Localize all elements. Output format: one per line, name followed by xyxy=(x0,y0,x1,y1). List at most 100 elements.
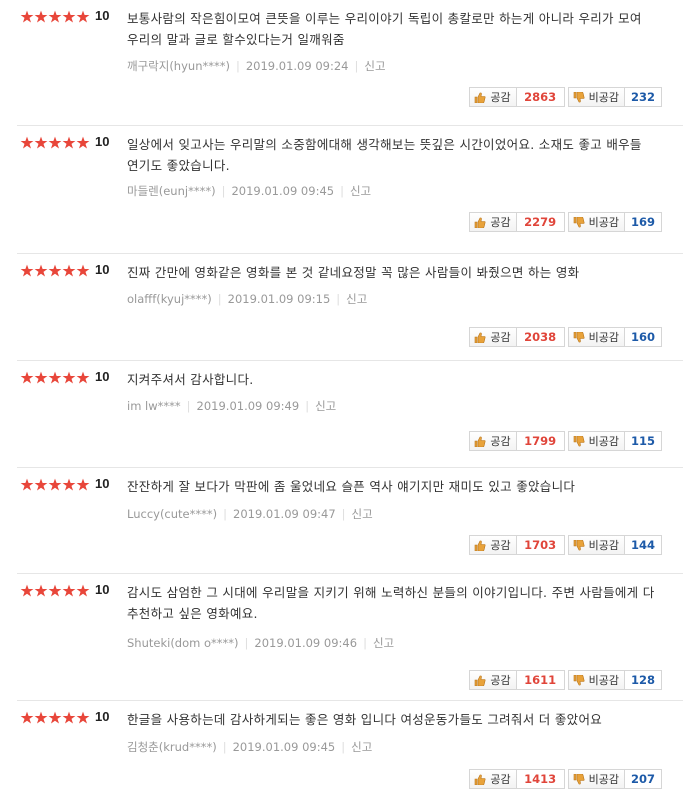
like-button[interactable]: 공감 xyxy=(469,535,517,555)
review-meta: Shuteki(dom o****) | 2019.01.09 09:46 | 신고 xyxy=(127,635,394,651)
star-icon xyxy=(34,264,48,277)
like-count: 2038 xyxy=(516,327,565,347)
author-name[interactable]: 김청춘(krud****) xyxy=(127,740,217,754)
report-link[interactable]: 신고 xyxy=(364,59,385,73)
review-meta: 깨구락지(hyun****) | 2019.01.09 09:24 | 신고 xyxy=(127,58,386,74)
thumbs-up-icon xyxy=(475,332,486,343)
author-name[interactable]: 깨구락지(hyun****) xyxy=(127,59,230,73)
dislike-count: 207 xyxy=(624,769,662,789)
thumbs-down-icon xyxy=(573,216,585,227)
review-text: 잔잔하게 잘 보다가 막판에 좀 울었네요 슬픈 역사 얘기지만 재미도 있고 … xyxy=(127,479,576,494)
review-text: 일상에서 잊고사는 우리말의 소중함에대해 생각해보는 뜻깊은 시간이었어요. … xyxy=(127,137,642,173)
like-label: 공감 xyxy=(490,331,511,344)
dislike-button[interactable]: 비공감 xyxy=(567,535,625,555)
review-date: 2019.01.09 09:49 xyxy=(196,399,300,413)
dislike-button[interactable]: 비공감 xyxy=(567,212,625,232)
dislike-count: 169 xyxy=(624,212,662,232)
author-name[interactable]: olafff(kyuj****) xyxy=(127,292,212,306)
star-icon xyxy=(62,371,76,384)
thumbs-up-icon xyxy=(475,540,486,551)
vote-actions: 공감 1413 비공감 207 xyxy=(469,769,662,789)
like-button[interactable]: 공감 xyxy=(469,87,517,107)
star-icon xyxy=(62,264,76,277)
star-rating xyxy=(20,10,90,24)
author-name[interactable]: Luccy(cute****) xyxy=(127,507,217,521)
vote-actions: 공감 1799 비공감 115 xyxy=(469,431,662,451)
meta-separator: | xyxy=(221,184,226,198)
dislike-label: 비공감 xyxy=(588,674,619,687)
like-label: 공감 xyxy=(490,435,511,448)
like-count: 2863 xyxy=(516,87,565,107)
like-button[interactable]: 공감 xyxy=(469,670,517,690)
review-list: 10 보통사람의 작은힘이모여 큰뜻을 이루는 우리이야기 독립이 총칼로만 하… xyxy=(0,0,700,799)
dislike-label: 비공감 xyxy=(588,435,619,448)
meta-separator: | xyxy=(363,636,367,650)
report-link[interactable]: 신고 xyxy=(351,740,372,754)
author-name[interactable]: Shuteki(dom o****) xyxy=(127,636,239,650)
dislike-label: 비공감 xyxy=(588,331,619,344)
meta-separator: | xyxy=(235,59,240,73)
report-link[interactable]: 신고 xyxy=(373,636,394,650)
report-link[interactable]: 신고 xyxy=(346,292,367,306)
like-label: 공감 xyxy=(490,773,511,786)
like-count: 1799 xyxy=(516,431,565,451)
like-button[interactable]: 공감 xyxy=(469,769,517,789)
meta-separator: | xyxy=(340,184,344,198)
author-name[interactable]: im lw**** xyxy=(127,399,181,413)
star-icon xyxy=(20,264,34,277)
dislike-button[interactable]: 비공감 xyxy=(567,327,625,347)
like-count: 1413 xyxy=(516,769,565,789)
star-icon xyxy=(48,584,62,597)
rating-score: 10 xyxy=(95,134,110,149)
rating-score: 10 xyxy=(95,369,110,384)
thumbs-down-icon xyxy=(573,435,585,446)
star-icon xyxy=(48,136,62,149)
review-text: 진짜 간만에 영화같은 영화를 본 것 같네요정말 꼭 많은 사람들이 봐줬으면… xyxy=(127,265,580,280)
dislike-button[interactable]: 비공감 xyxy=(567,431,625,451)
star-icon xyxy=(62,478,76,491)
review-text: 한글을 사용하는데 감사하게되는 좋은 영화 입니다 여성운동가들도 그려줘서 … xyxy=(127,712,603,727)
review-date: 2019.01.09 09:15 xyxy=(227,292,331,306)
review-date: 2019.01.09 09:45 xyxy=(232,740,336,754)
review-text: 지켜주셔서 감사합니다. xyxy=(127,372,254,387)
like-label: 공감 xyxy=(490,674,511,687)
like-count: 2279 xyxy=(516,212,565,232)
star-icon xyxy=(34,371,48,384)
dislike-button[interactable]: 비공감 xyxy=(567,87,625,107)
star-icon xyxy=(76,711,90,724)
report-link[interactable]: 신고 xyxy=(352,507,373,521)
dislike-count: 128 xyxy=(624,670,662,690)
meta-separator: | xyxy=(244,636,249,650)
dislike-label: 비공감 xyxy=(588,216,619,229)
star-icon xyxy=(48,711,62,724)
star-icon xyxy=(62,584,76,597)
star-icon xyxy=(20,136,34,149)
like-button[interactable]: 공감 xyxy=(469,327,517,347)
rating-score: 10 xyxy=(95,582,110,597)
meta-separator: | xyxy=(223,507,227,521)
rating-score: 10 xyxy=(95,262,110,277)
report-link[interactable]: 신고 xyxy=(350,184,371,198)
review-divider xyxy=(17,360,683,361)
like-button[interactable]: 공감 xyxy=(469,431,517,451)
star-icon xyxy=(34,584,48,597)
report-link[interactable]: 신고 xyxy=(315,399,336,413)
review-meta: im lw**** | 2019.01.09 09:49 | 신고 xyxy=(127,398,336,414)
rating-score: 10 xyxy=(95,8,110,23)
review-meta: olafff(kyuj****) | 2019.01.09 09:15 | 신고 xyxy=(127,291,367,307)
star-icon xyxy=(34,10,48,23)
vote-actions: 공감 2279 비공감 169 xyxy=(469,212,662,232)
star-icon xyxy=(48,478,62,491)
dislike-button[interactable]: 비공감 xyxy=(567,670,625,690)
vote-actions: 공감 1611 비공감 128 xyxy=(469,670,662,690)
review-text: 감시도 삼엄한 그 시대에 우리말을 지키기 위해 노력하신 분들의 이야기입니… xyxy=(127,585,655,621)
review-divider xyxy=(17,467,683,468)
star-icon xyxy=(20,584,34,597)
dislike-button[interactable]: 비공감 xyxy=(567,769,625,789)
like-button[interactable]: 공감 xyxy=(469,212,517,232)
review-meta: Luccy(cute****) | 2019.01.09 09:47 | 신고 xyxy=(127,506,373,522)
dislike-count: 144 xyxy=(624,535,662,555)
meta-separator: | xyxy=(222,740,227,754)
star-rating xyxy=(20,136,90,150)
author-name[interactable]: 마들렌(eunj****) xyxy=(127,184,216,198)
